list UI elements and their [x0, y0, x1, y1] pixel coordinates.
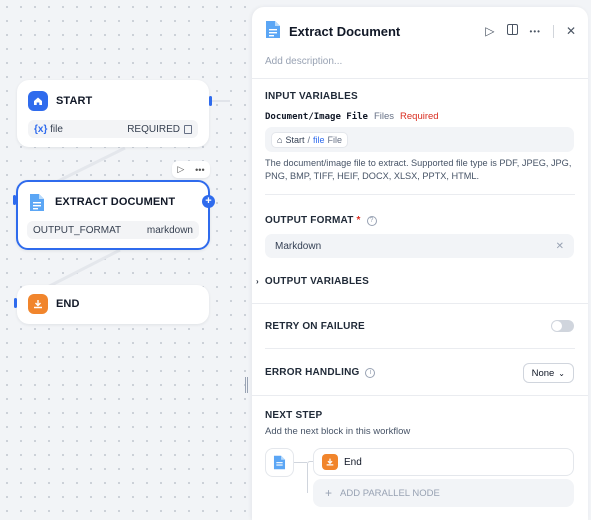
- start-variable-name: file: [50, 123, 63, 135]
- add-parallel-label: ADD PARALLEL NODE: [340, 487, 440, 499]
- node-actions-bar: ▷ •••: [172, 161, 210, 178]
- panel-title[interactable]: Extract Document: [289, 24, 400, 39]
- home-icon: [28, 91, 48, 111]
- input-variable-label: Document/Image File Files Required: [265, 111, 439, 122]
- extract-node-title: EXTRACT DOCUMENT: [55, 196, 176, 208]
- end-node[interactable]: END: [17, 285, 209, 324]
- plus-icon: +: [325, 486, 333, 500]
- divider: [265, 348, 575, 349]
- required-flag: REQUIRED: [127, 123, 180, 135]
- next-step-subtitle: Add the next block in this workflow: [265, 426, 411, 437]
- panel-resize-handle[interactable]: [245, 377, 248, 393]
- current-node-icon: [265, 448, 294, 477]
- workflow-canvas[interactable]: START {x} file REQUIRED ▷ ••• EXTRACT DO…: [0, 0, 252, 520]
- toolbar-divider: [552, 24, 554, 38]
- chip-variable: file: [312, 134, 325, 145]
- divider: [265, 194, 575, 195]
- output-format-heading: OUTPUT FORMAT * ?: [265, 215, 377, 226]
- more-dots-icon[interactable]: •••: [530, 27, 541, 36]
- output-format-select[interactable]: Markdown ✕: [265, 234, 574, 258]
- toggle-knob: [552, 321, 562, 331]
- start-output-handle[interactable]: [209, 96, 212, 106]
- end-node-title: END: [56, 298, 80, 310]
- connector-line: [294, 462, 307, 463]
- help-circle-icon[interactable]: ?: [366, 216, 377, 226]
- play-icon[interactable]: ▷: [485, 24, 494, 38]
- run-node-icon[interactable]: ▷: [177, 164, 184, 175]
- divider: [252, 303, 588, 304]
- more-dots-icon[interactable]: •••: [195, 165, 204, 175]
- clear-icon[interactable]: ✕: [556, 241, 564, 252]
- home-icon: ⌂: [277, 134, 283, 145]
- chevron-down-icon: ⌄: [558, 368, 565, 378]
- variable-icon: {x}: [34, 123, 48, 135]
- input-variable-type: Files: [373, 111, 395, 122]
- start-node[interactable]: START {x} file REQUIRED: [17, 80, 209, 147]
- output-variables-heading: OUTPUT VARIABLES: [264, 276, 369, 287]
- param-key: OUTPUT_FORMAT: [33, 224, 122, 236]
- retry-heading: RETRY ON FAILURE: [265, 321, 365, 332]
- add-next-node-button[interactable]: +: [202, 195, 215, 208]
- extract-document-node[interactable]: EXTRACT DOCUMENT OUTPUT_FORMAT markdown: [16, 180, 210, 250]
- required-asterisk: *: [356, 215, 361, 226]
- divider: [252, 395, 588, 396]
- extract-param-row: OUTPUT_FORMAT markdown: [27, 221, 199, 239]
- error-handling-label: ERROR HANDLING: [265, 367, 360, 378]
- input-variable-selector[interactable]: ⌂ Start / file File: [265, 127, 574, 152]
- end-input-handle[interactable]: [14, 298, 17, 308]
- panel-header: Extract Document ▷ ••• ✕: [265, 21, 576, 41]
- output-format-value: Markdown: [275, 240, 322, 252]
- end-download-icon: [28, 294, 48, 314]
- chip-type: File: [327, 134, 342, 145]
- chevron-right-icon: ›: [256, 277, 259, 286]
- retry-toggle[interactable]: [551, 320, 574, 332]
- param-value: markdown: [146, 224, 193, 236]
- document-icon: [265, 20, 281, 42]
- split-view-icon[interactable]: [506, 24, 518, 38]
- document-icon: [27, 192, 47, 212]
- input-variables-heading: INPUT VARIABLES: [265, 91, 358, 102]
- next-node-end[interactable]: End: [313, 448, 574, 476]
- info-icon[interactable]: i: [365, 368, 376, 378]
- output-format-label: OUTPUT FORMAT: [265, 215, 354, 226]
- chip-source: Start: [285, 134, 305, 145]
- input-variable-help: The document/image file to extract. Supp…: [265, 158, 572, 181]
- required-label: Required: [400, 111, 439, 122]
- input-variable-name: Document/Image File: [265, 112, 368, 122]
- variable-chip[interactable]: ⌂ Start / file File: [271, 131, 348, 148]
- connection-lines: [29, 100, 230, 298]
- description-input[interactable]: Add description...: [265, 56, 342, 67]
- end-download-icon: [322, 454, 338, 470]
- start-node-title: START: [56, 95, 93, 107]
- output-variables-toggle[interactable]: › OUTPUT VARIABLES: [256, 276, 369, 287]
- next-step-heading: NEXT STEP: [265, 410, 323, 421]
- close-icon[interactable]: ✕: [566, 24, 576, 38]
- node-settings-panel: Extract Document ▷ ••• ✕ Add description…: [252, 7, 588, 520]
- error-handling-select[interactable]: None ⌄: [522, 363, 574, 383]
- error-handling-value: None: [531, 367, 555, 379]
- divider: [252, 78, 588, 79]
- start-variable-row: {x} file REQUIRED: [28, 120, 198, 138]
- error-handling-heading: ERROR HANDLING i: [265, 367, 376, 378]
- file-type-icon: [184, 124, 192, 134]
- document-icon: [273, 455, 286, 470]
- next-node-label: End: [344, 456, 362, 468]
- extract-input-handle[interactable]: [13, 195, 16, 205]
- add-parallel-node-button[interactable]: + ADD PARALLEL NODE: [313, 479, 574, 507]
- chip-separator: /: [307, 134, 310, 145]
